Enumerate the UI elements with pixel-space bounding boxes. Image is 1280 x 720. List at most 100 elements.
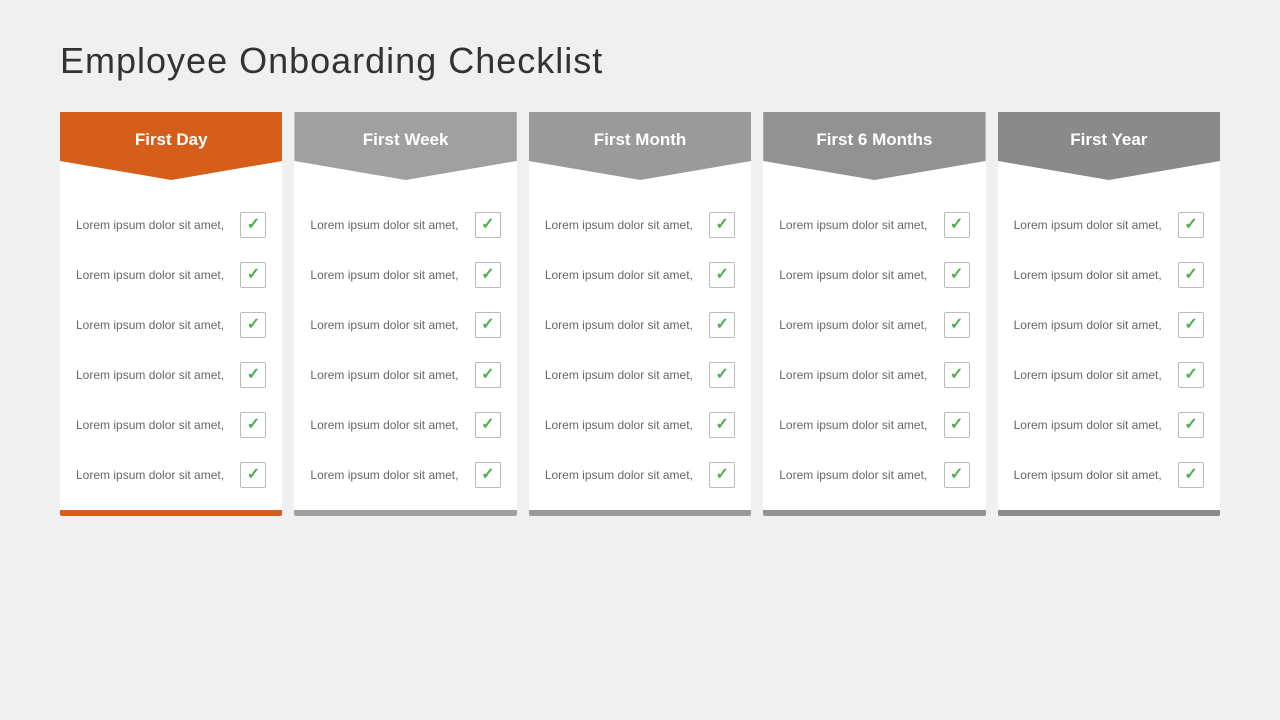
checkbox[interactable]: ✓ (709, 462, 735, 488)
checkmark-icon: ✓ (481, 367, 494, 383)
column-footer-first-year (998, 510, 1220, 516)
list-item: Lorem ipsum dolor sit amet,✓ (294, 400, 516, 450)
checkbox[interactable]: ✓ (709, 212, 735, 238)
list-item: Lorem ipsum dolor sit amet,✓ (294, 300, 516, 350)
column-first-week: First Week Lorem ipsum dolor sit amet, ✓ Lo… (294, 112, 516, 516)
item-text: Lorem ipsum dolor sit amet, (1014, 317, 1170, 334)
checkmark-icon: ✓ (716, 267, 729, 283)
item-text: Lorem ipsum dolor sit amet, (779, 267, 935, 284)
checkmark-icon: ✓ (247, 467, 260, 483)
list-item: Lorem ipsum dolor sit amet,✓ (529, 300, 751, 350)
page-title: Employee Onboarding Checklist (60, 40, 1220, 82)
checkbox[interactable]: ✓ (240, 262, 266, 288)
list-item: Lorem ipsum dolor sit amet,✓ (529, 200, 751, 250)
checkbox[interactable]: ✓ (475, 462, 501, 488)
checkbox[interactable]: ✓ (240, 212, 266, 238)
item-text: Lorem ipsum dolor sit amet, (779, 217, 935, 234)
list-item: Lorem ipsum dolor sit amet, ✓ (998, 300, 1220, 350)
list-item: Lorem ipsum dolor sit amet, ✓ (60, 250, 282, 300)
checkmark-icon: ✓ (950, 417, 963, 433)
checkbox[interactable]: ✓ (944, 312, 970, 338)
checkbox[interactable]: ✓ (944, 412, 970, 438)
item-text: Lorem ipsum dolor sit amet, (1014, 417, 1170, 434)
checkbox[interactable]: ✓ (709, 312, 735, 338)
list-item: Lorem ipsum dolor sit amet, ✓ (60, 300, 282, 350)
column-header-first-week: First Week (294, 112, 516, 180)
item-text: Lorem ipsum dolor sit amet, (1014, 217, 1170, 234)
checkbox[interactable]: ✓ (475, 362, 501, 388)
checkmark-icon: ✓ (1184, 367, 1197, 383)
checkmark-icon: ✓ (247, 417, 260, 433)
item-text: Lorem ipsum dolor sit amet, (545, 267, 701, 284)
checkmark-icon: ✓ (1184, 217, 1197, 233)
column-header-first-6-months: First 6 Months (763, 112, 985, 180)
item-text: Lorem ipsum dolor sit amet, (779, 417, 935, 434)
checkbox[interactable]: ✓ (944, 462, 970, 488)
checkbox[interactable]: ✓ (240, 362, 266, 388)
checkmark-icon: ✓ (716, 367, 729, 383)
checkmark-icon: ✓ (950, 467, 963, 483)
list-item: Lorem ipsum dolor sit amet, ✓ (294, 350, 516, 400)
checkmark-icon: ✓ (950, 217, 963, 233)
checkbox[interactable]: ✓ (475, 312, 501, 338)
item-text: Lorem ipsum dolor sit amet, (76, 417, 232, 434)
checkbox[interactable]: ✓ (1178, 212, 1204, 238)
checkmark-icon: ✓ (716, 317, 729, 333)
column-footer-first-month (529, 510, 751, 516)
checkbox[interactable]: ✓ (475, 212, 501, 238)
checklist-grid: First DayLorem ipsum dolor sit amet,✓Lor… (60, 112, 1220, 516)
checkbox[interactable]: ✓ (709, 412, 735, 438)
checkbox[interactable]: ✓ (240, 462, 266, 488)
list-item: Lorem ipsum dolor sit amet, ✓ (763, 250, 985, 300)
list-item: Lorem ipsum dolor sit amet,✓ (294, 250, 516, 300)
list-item: Lorem ipsum dolor sit amet,✓ (763, 450, 985, 500)
item-text: Lorem ipsum dolor sit amet, (779, 317, 935, 334)
checkbox[interactable]: ✓ (1178, 412, 1204, 438)
checkbox[interactable]: ✓ (1178, 362, 1204, 388)
list-item: Lorem ipsum dolor sit amet, ✓ (998, 200, 1220, 250)
column-items-first-month: Lorem ipsum dolor sit amet, ✓ Lorem ipsum … (529, 190, 751, 510)
list-item: Lorem ipsum dolor sit amet, ✓ (529, 450, 751, 500)
item-text: Lorem ipsum dolor sit amet, (76, 217, 232, 234)
item-text: Lorem ipsum dolor sit amet, (545, 367, 701, 384)
column-first-year: First YearLorem ipsum dolor sit amet,✓Lo… (998, 112, 1220, 516)
checkbox[interactable]: ✓ (1178, 462, 1204, 488)
item-text: Lorem ipsum dolor sit amet, (545, 467, 701, 484)
list-item: Lorem ipsum dolor sit amet, ✓ (763, 200, 985, 250)
checkbox[interactable]: ✓ (1178, 312, 1204, 338)
checkbox[interactable]: ✓ (475, 412, 501, 438)
checkmark-icon: ✓ (1184, 417, 1197, 433)
item-text: Lorem ipsum dolor sit amet, (76, 317, 232, 334)
list-item: Lorem ipsum dolor sit amet, ✓ (294, 200, 516, 250)
list-item: Lorem ipsum dolor sit amet,✓ (763, 350, 985, 400)
checkbox[interactable]: ✓ (709, 362, 735, 388)
item-text: Lorem ipsum dolor sit amet, (1014, 467, 1170, 484)
checkmark-icon: ✓ (247, 267, 260, 283)
page-container: Employee Onboarding Checklist First Day L… (0, 0, 1280, 720)
column-header-first-year: First Year (998, 112, 1220, 180)
list-item: Lorem ipsum dolor sit amet, ✓ (998, 450, 1220, 500)
checkbox[interactable]: ✓ (944, 362, 970, 388)
checkmark-icon: ✓ (481, 467, 494, 483)
column-header-first-day: First Day (60, 112, 282, 180)
item-text: Lorem ipsum dolor sit amet, (310, 217, 466, 234)
checkmark-icon: ✓ (481, 317, 494, 333)
checkmark-icon: ✓ (1184, 317, 1197, 333)
item-text: Lorem ipsum dolor sit amet, (76, 267, 232, 284)
checkmark-icon: ✓ (1184, 267, 1197, 283)
checkbox[interactable]: ✓ (1178, 262, 1204, 288)
checkbox[interactable]: ✓ (475, 262, 501, 288)
checkbox[interactable]: ✓ (944, 212, 970, 238)
checkbox[interactable]: ✓ (944, 262, 970, 288)
checkbox[interactable]: ✓ (709, 262, 735, 288)
checkbox[interactable]: ✓ (240, 312, 266, 338)
item-text: Lorem ipsum dolor sit amet, (310, 467, 466, 484)
checkmark-icon: ✓ (716, 217, 729, 233)
checkbox[interactable]: ✓ (240, 412, 266, 438)
list-item: Lorem ipsum dolor sit amet, ✓ (763, 400, 985, 450)
item-text: Lorem ipsum dolor sit amet, (310, 367, 466, 384)
list-item: Lorem ipsum dolor sit amet, ✓ (998, 250, 1220, 300)
item-text: Lorem ipsum dolor sit amet, (1014, 267, 1170, 284)
item-text: Lorem ipsum dolor sit amet, (545, 417, 701, 434)
list-item: Lorem ipsum dolor sit amet, ✓ (60, 200, 282, 250)
